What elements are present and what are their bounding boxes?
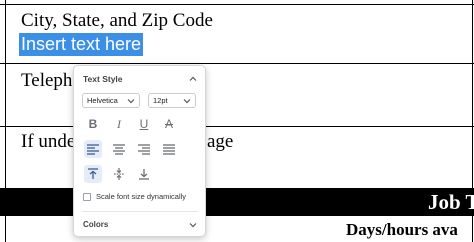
text-style-title: Text Style [83, 74, 123, 84]
underline-icon: U [139, 117, 149, 131]
align-top-button[interactable] [84, 165, 102, 183]
telephone-label: Teleph [21, 70, 73, 91]
strikethrough-icon: A [164, 117, 173, 131]
underline-button[interactable]: U [135, 115, 153, 133]
align-justify-button[interactable] [160, 140, 178, 158]
city-state-zip-label: City, State, and Zip Code [21, 10, 213, 31]
align-left-button[interactable] [84, 140, 102, 158]
align-left-icon [87, 143, 99, 155]
align-bottom-button[interactable] [135, 165, 153, 183]
colors-section-title[interactable]: Colors [83, 220, 108, 229]
align-justify-icon [163, 143, 175, 155]
form-row-line [0, 4, 474, 5]
align-middle-button[interactable] [110, 165, 128, 183]
bold-button[interactable]: B [84, 115, 102, 133]
font-size-select[interactable]: 12pt [148, 93, 196, 108]
align-right-icon [138, 143, 150, 155]
expand-chevron-down-icon[interactable] [188, 220, 198, 230]
italic-button[interactable]: I [110, 115, 128, 133]
chevron-down-icon [127, 99, 135, 104]
form-row-line [0, 126, 474, 127]
align-center-button[interactable] [110, 140, 128, 158]
days-hours-label: Days/hours ava [346, 220, 458, 239]
text-style-panel: Text Style Helvetica 12pt B I U A Scale … [73, 65, 206, 237]
collapse-chevron-up-icon[interactable] [188, 74, 198, 84]
insert-text-field[interactable]: Insert text here [19, 33, 144, 56]
align-bottom-icon [139, 169, 149, 180]
align-middle-icon [114, 168, 124, 180]
panel-divider [82, 211, 198, 212]
font-family-select[interactable]: Helvetica [82, 93, 140, 108]
font-size-value: 12pt [153, 96, 168, 105]
section-header-bar [0, 188, 474, 216]
chevron-down-icon [183, 99, 191, 104]
scale-font-checkbox[interactable] [83, 193, 91, 201]
align-center-icon [113, 143, 125, 155]
if-under-age-label-start: If unde [21, 131, 76, 152]
bold-icon: B [88, 117, 98, 131]
align-top-icon [88, 168, 98, 179]
form-row-line [0, 63, 474, 64]
scale-font-label: Scale font size dynamically [96, 192, 187, 201]
font-family-value: Helvetica [87, 96, 118, 105]
italic-icon: I [117, 117, 121, 131]
section-header-text: Job T [428, 190, 474, 214]
if-under-age-label-end: age [207, 131, 234, 152]
strikethrough-button[interactable]: A [160, 115, 178, 133]
align-right-button[interactable] [135, 140, 153, 158]
